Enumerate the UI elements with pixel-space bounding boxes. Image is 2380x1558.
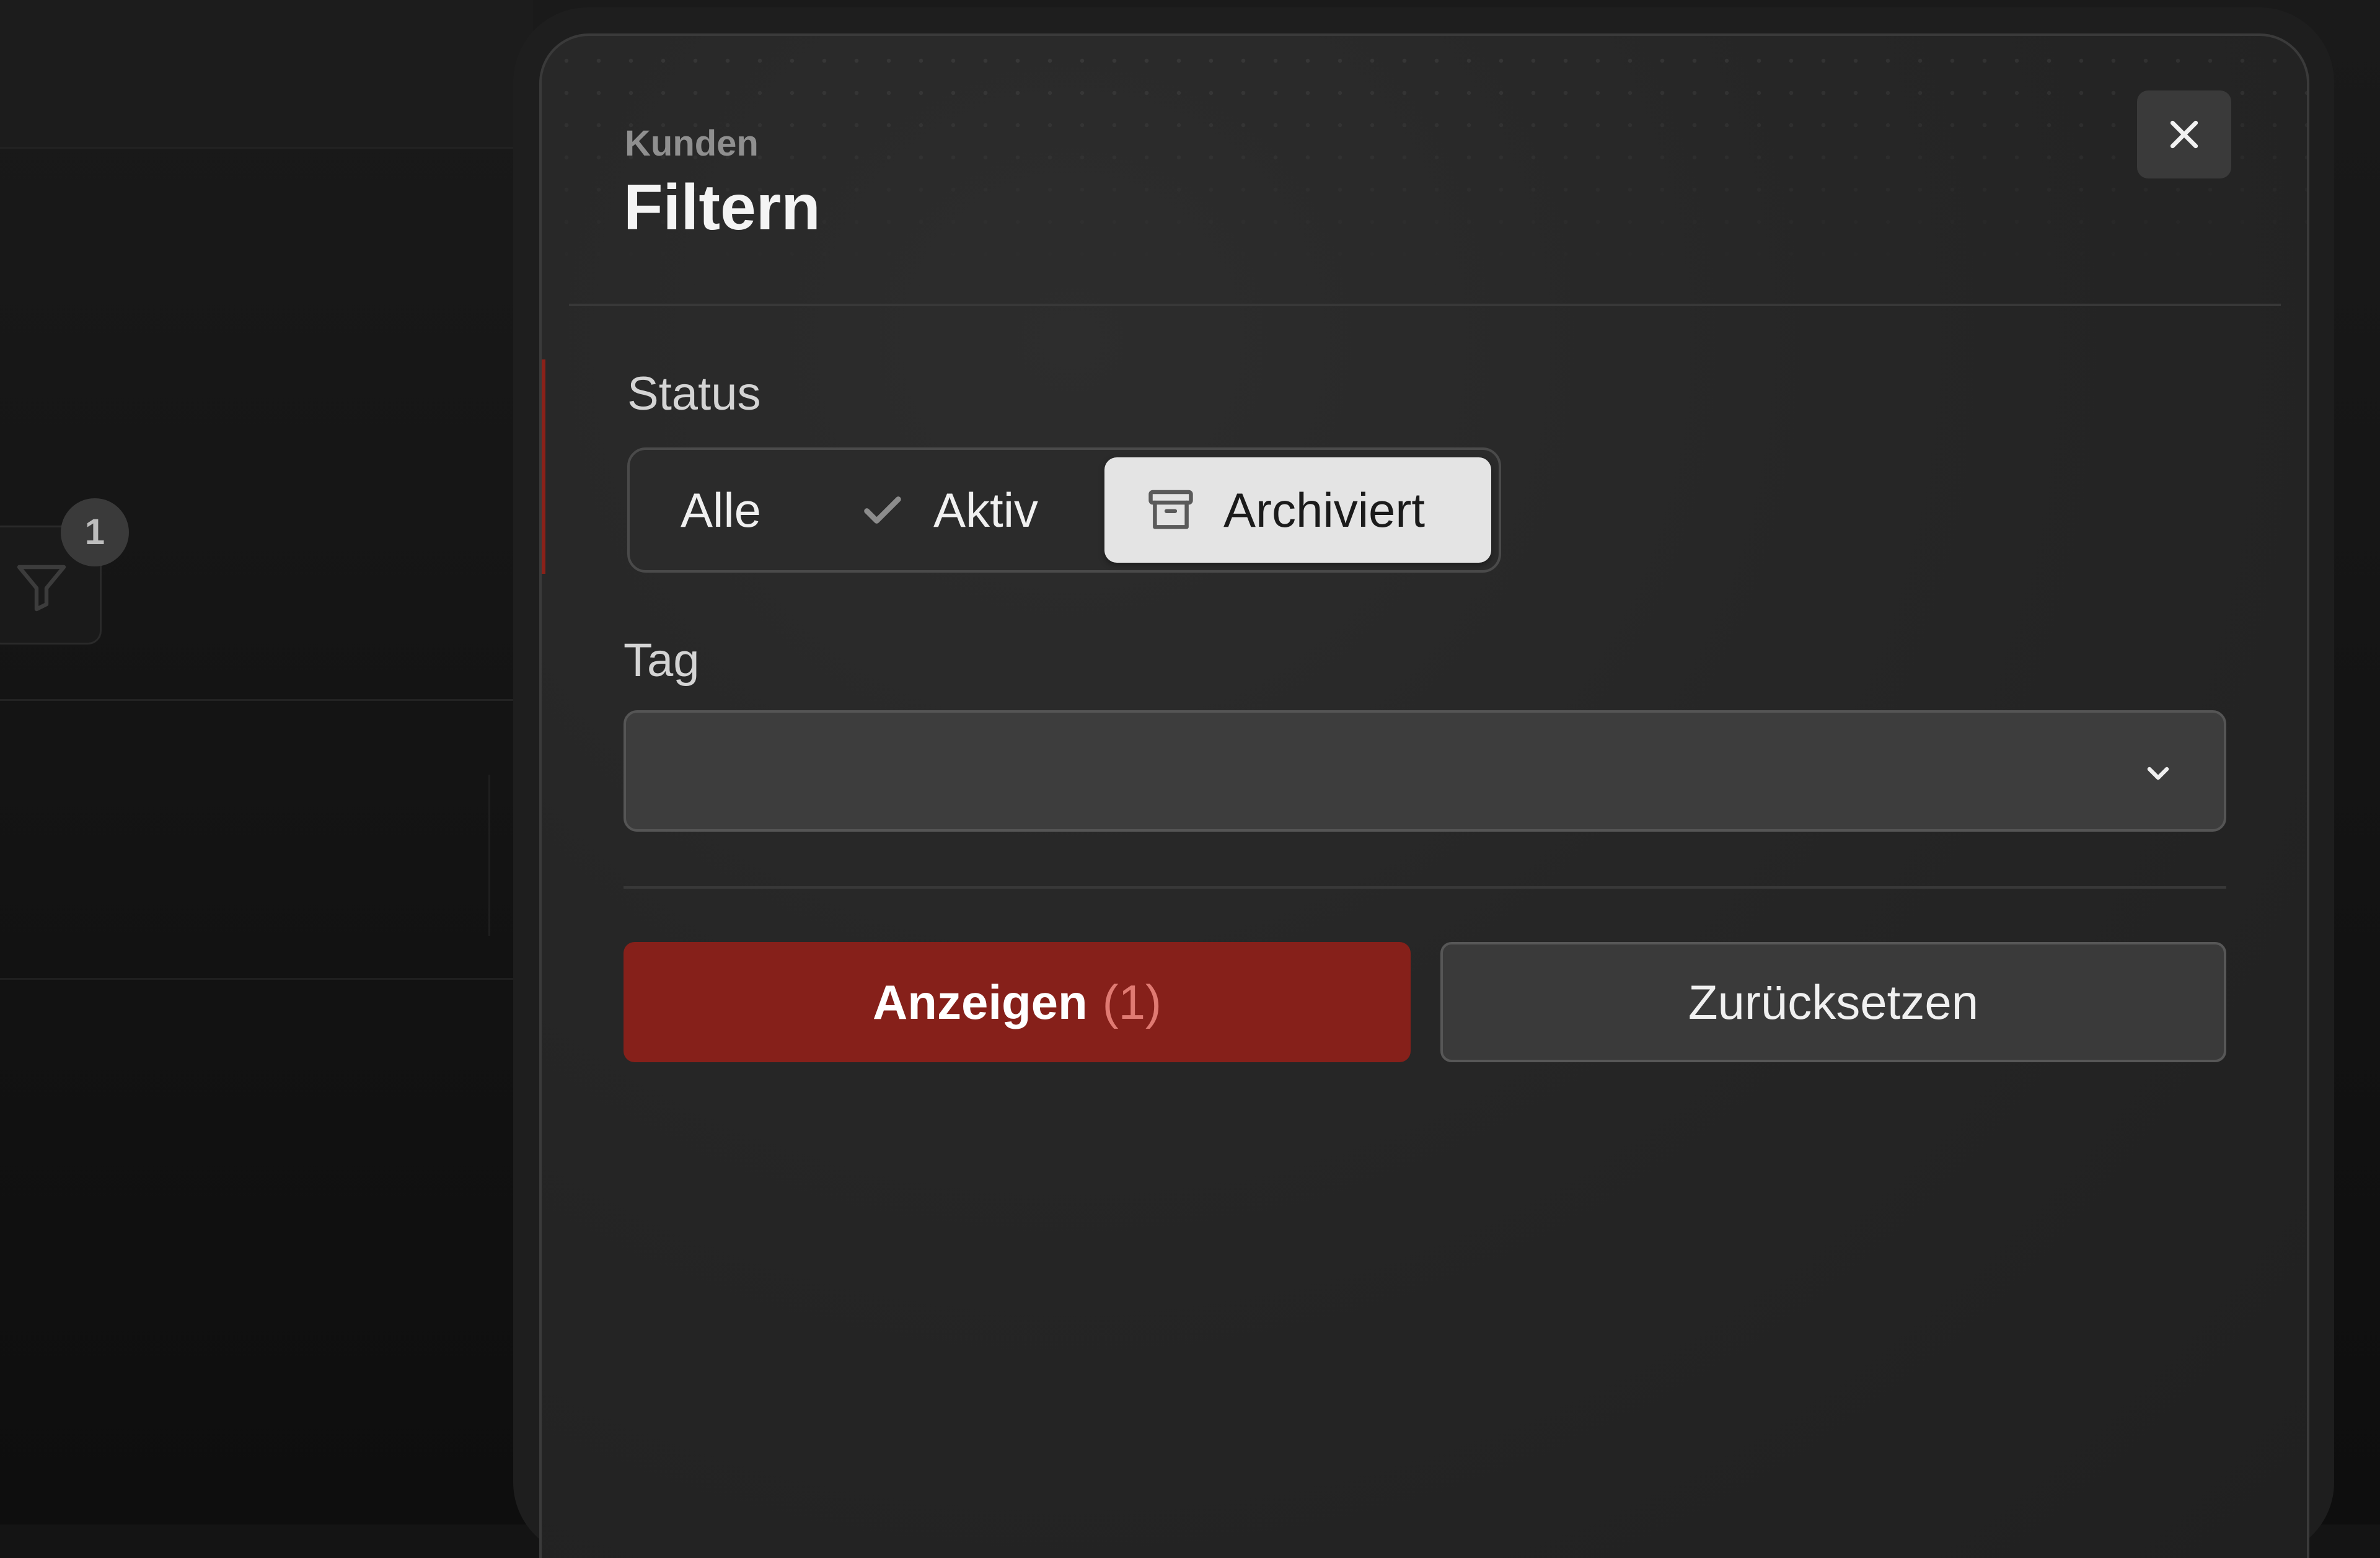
- status-label: Status: [627, 367, 761, 420]
- form-divider: [624, 886, 2226, 889]
- check-icon: [864, 496, 901, 524]
- status-option-alle[interactable]: Alle: [681, 457, 761, 563]
- chevron-down-icon: [2147, 767, 2169, 780]
- filter-modal: Kunden Filtern Status Alle Aktiv Archivi…: [539, 33, 2309, 1558]
- status-option-label: Aktiv: [933, 482, 1039, 537]
- status-option-archiviert[interactable]: Archiviert: [1104, 457, 1491, 563]
- close-button[interactable]: [2137, 90, 2231, 178]
- tag-select[interactable]: [624, 710, 2226, 832]
- show-results-label: Anzeigen: [872, 974, 1088, 1029]
- background-divider: [488, 775, 490, 936]
- modal-title: Filtern: [624, 172, 821, 244]
- filter-count-badge: 1: [61, 498, 129, 566]
- status-segmented-control: Alle Aktiv Archiviert: [627, 447, 1501, 573]
- tag-label: Tag: [624, 634, 700, 687]
- status-option-aktiv[interactable]: Aktiv: [859, 457, 1038, 563]
- show-results-button[interactable]: Anzeigen (1): [624, 942, 1411, 1062]
- modal-subtitle: Kunden: [625, 123, 759, 164]
- close-icon: [2170, 120, 2198, 149]
- archive-icon: [1148, 490, 1193, 529]
- background-divider: [0, 699, 533, 701]
- active-section-indicator: [542, 359, 545, 574]
- status-option-label: Archiviert: [1223, 482, 1426, 537]
- status-option-label: Alle: [681, 482, 762, 537]
- header-divider: [569, 304, 2281, 306]
- reset-label: Zurücksetzen: [1688, 974, 1979, 1029]
- result-count: (1): [1102, 974, 1162, 1029]
- background-divider: [0, 978, 533, 980]
- filter-icon: [17, 565, 66, 612]
- reset-button[interactable]: Zurücksetzen: [1440, 942, 2226, 1062]
- background-header: [0, 0, 533, 149]
